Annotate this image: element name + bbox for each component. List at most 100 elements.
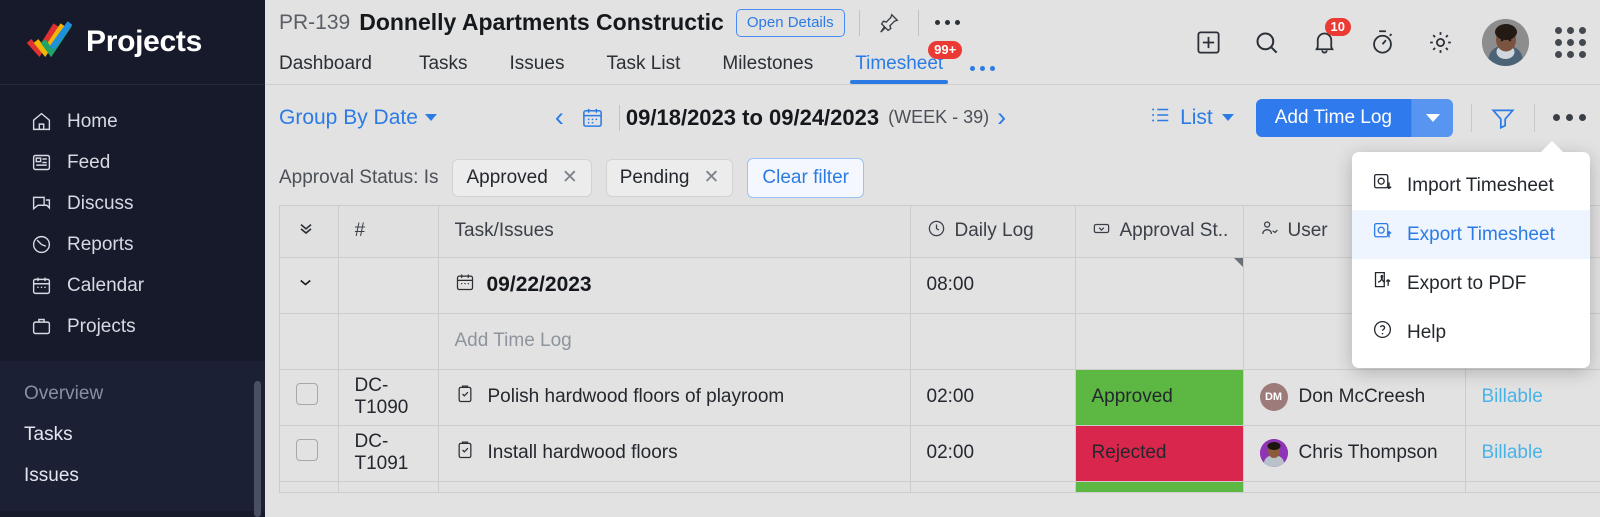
group-expand-toggle[interactable] [280, 257, 339, 314]
billable-label: Billable [1481, 386, 1543, 407]
tab-badge: 99+ [928, 41, 963, 59]
divider [858, 9, 860, 36]
row-daily-log[interactable]: 02:00 [910, 425, 1076, 482]
row-checkbox-cell[interactable] [280, 369, 339, 426]
row-checkbox-cell[interactable] [280, 481, 339, 492]
add-time-log-button[interactable]: Add Time Log [1255, 98, 1453, 137]
sidebar-subitem-label: Issues [24, 464, 79, 486]
row-billable-cell[interactable] [1465, 481, 1600, 492]
row-checkbox-cell[interactable] [280, 425, 339, 482]
row-daily-log[interactable]: 02:00 [910, 369, 1076, 426]
timesheet-more-icon[interactable] [1553, 114, 1586, 121]
tab-tasks[interactable]: Tasks [398, 53, 489, 84]
filter-chip-pending[interactable]: Pending ✕ [605, 158, 734, 197]
sidebar: Projects Home Feed Discuss Reports Calen… [0, 0, 265, 517]
column-header-task[interactable]: Task/Issues [438, 206, 911, 258]
filter-label: Approval Status: Is [279, 166, 439, 188]
row-checkbox[interactable] [296, 439, 318, 461]
column-header-approval-status[interactable]: Approval St... [1075, 206, 1244, 258]
brand[interactable]: Projects [0, 0, 265, 85]
row-daily-log[interactable] [910, 481, 1076, 492]
status-badge[interactable]: Approved [1075, 369, 1244, 426]
column-label: # [354, 220, 366, 242]
divider [1534, 103, 1535, 132]
tab-issues[interactable]: Issues [489, 53, 586, 84]
tab-milestones[interactable]: Milestones [701, 53, 834, 84]
tab-task-list[interactable]: Task List [585, 53, 701, 84]
view-mode-dropdown[interactable]: List [1149, 104, 1234, 132]
row-user-cell[interactable] [1243, 481, 1466, 492]
tab-label: Tasks [418, 53, 468, 74]
tabs-more-icon[interactable] [970, 66, 996, 84]
sidebar-item-issues[interactable]: Issues [0, 455, 265, 496]
filter-chip-approved[interactable]: Approved ✕ [452, 158, 592, 197]
row-billable-cell[interactable]: Billable [1465, 425, 1600, 482]
avatar [1259, 439, 1288, 467]
add-time-log-inline[interactable]: Add Time Log [438, 313, 911, 370]
column-header-daily-log[interactable]: Daily Log [910, 206, 1076, 258]
sidebar-scrollbar[interactable] [254, 381, 261, 517]
page-title: Donnelly Apartments Constructic [359, 9, 724, 35]
row-user-cell[interactable]: DM Don McCreesh [1243, 369, 1466, 426]
pin-icon[interactable] [874, 8, 904, 38]
brand-title: Projects [86, 25, 202, 58]
add-row-check-cell [280, 313, 339, 370]
divider [618, 104, 620, 131]
open-details-button[interactable]: Open Details [735, 8, 845, 37]
chevron-right-icon[interactable]: › [989, 104, 1014, 131]
project-tabs: Dashboard Tasks Issues Task List Milesto… [265, 41, 1600, 85]
row-user-cell[interactable]: Chris Thompson [1243, 425, 1466, 482]
menu-item-help[interactable]: Help [1352, 308, 1590, 357]
calendar-picker-icon[interactable] [572, 106, 613, 129]
add-time-log-split-button[interactable] [1411, 98, 1453, 137]
sidebar-item-calendar[interactable]: Calendar [0, 265, 265, 306]
briefcase-icon [30, 316, 52, 338]
column-header-number[interactable]: # [338, 206, 439, 258]
collapse-all-button[interactable] [280, 206, 339, 258]
row-task-cell[interactable]: Install hardwood floors [438, 425, 911, 482]
menu-item-export-timesheet[interactable]: Export Timesheet [1352, 210, 1590, 259]
tab-label: Task List [606, 53, 681, 74]
menu-item-export-to-pdf[interactable]: Export to PDF [1352, 259, 1590, 308]
calendar-icon [30, 275, 52, 297]
avatar-initials: DM [1264, 391, 1283, 403]
tab-label: Milestones [722, 53, 814, 74]
status-badge[interactable]: Rejected [1075, 425, 1244, 482]
clear-filter-button[interactable]: Clear filter [747, 157, 864, 198]
discuss-icon [30, 193, 52, 215]
sidebar-item-projects[interactable]: Projects [0, 306, 265, 347]
sidebar-item-label: Reports [67, 233, 134, 255]
row-billable-cell[interactable]: Billable [1465, 369, 1600, 426]
table-row[interactable]: DC-T1090 Polish hardwood floors of playr… [280, 369, 1600, 426]
tab-timesheet[interactable]: Timesheet 99+ [834, 41, 964, 84]
app-root: Projects Home Feed Discuss Reports Calen… [0, 0, 1600, 517]
group-by-dropdown[interactable]: Group By Date [279, 106, 437, 130]
menu-item-label: Export to PDF [1407, 272, 1527, 294]
sidebar-subitem-label: Overview [24, 382, 104, 404]
sidebar-item-feed[interactable]: Feed [0, 142, 265, 183]
sidebar-item-discuss[interactable]: Discuss [0, 183, 265, 224]
note-indicator-icon [1233, 257, 1243, 267]
tab-dashboard[interactable]: Dashboard [279, 53, 398, 84]
sidebar-item-overview[interactable]: Overview [0, 373, 265, 414]
sidebar-item-reports[interactable]: Reports [0, 224, 265, 265]
calendar-icon [455, 272, 475, 298]
sidebar-item-home[interactable]: Home [0, 101, 265, 142]
row-task-cell[interactable] [438, 481, 911, 492]
row-task-cell[interactable]: Polish hardwood floors of playroom [438, 369, 911, 426]
close-icon[interactable]: ✕ [703, 168, 719, 187]
table-row[interactable]: DC-T1091 Install hardwood floors 02:00 R… [280, 425, 1600, 482]
row-checkbox[interactable] [296, 383, 318, 405]
status-badge[interactable] [1075, 481, 1244, 492]
header-more-icon[interactable] [933, 8, 963, 38]
chevron-left-icon[interactable]: ‹ [547, 104, 572, 131]
date-range-label: 09/18/2023 to 09/24/2023 [625, 104, 880, 130]
menu-item-import-timesheet[interactable]: Import Timesheet [1352, 161, 1590, 210]
funnel-icon[interactable] [1490, 105, 1516, 131]
chevron-down-icon [1221, 114, 1234, 121]
table-row[interactable] [280, 481, 1600, 492]
sidebar-item-tasks[interactable]: Tasks [0, 414, 265, 455]
chip-label: Approved [466, 166, 548, 188]
menu-item-label: Import Timesheet [1407, 174, 1554, 196]
close-icon[interactable]: ✕ [562, 168, 578, 187]
